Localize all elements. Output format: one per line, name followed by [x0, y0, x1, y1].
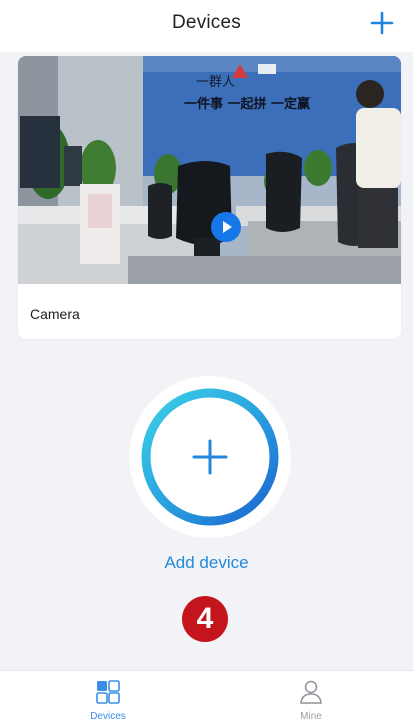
add-device-label[interactable]: Add device	[0, 553, 413, 573]
play-icon	[223, 221, 232, 233]
add-device-header-button[interactable]	[369, 10, 395, 36]
device-card[interactable]: 一群人 一件事 一起拼 一定赢 Camera	[18, 56, 401, 339]
bottom-navigation: Devices Mine	[0, 670, 413, 728]
device-name: Camera	[30, 306, 80, 322]
wall-banner-line-1: 一群人	[196, 75, 235, 90]
top-header: Devices	[0, 0, 413, 52]
nav-label-devices: Devices	[90, 711, 126, 722]
step-number-badge: 4	[182, 596, 228, 642]
play-button[interactable]	[211, 212, 241, 242]
wall-banner-line-2: 一件事 一起拼 一定赢	[184, 96, 310, 112]
add-device-button[interactable]	[127, 374, 293, 540]
nav-label-mine: Mine	[300, 711, 322, 722]
camera-preview-image[interactable]: 一群人 一件事 一起拼 一定赢	[18, 56, 401, 284]
nav-item-mine[interactable]: Mine	[251, 671, 371, 728]
page-title: Devices	[172, 12, 241, 33]
devices-grid-icon	[96, 680, 120, 704]
person-icon	[300, 680, 322, 704]
nav-item-devices[interactable]: Devices	[48, 671, 168, 728]
plus-icon	[370, 11, 394, 35]
